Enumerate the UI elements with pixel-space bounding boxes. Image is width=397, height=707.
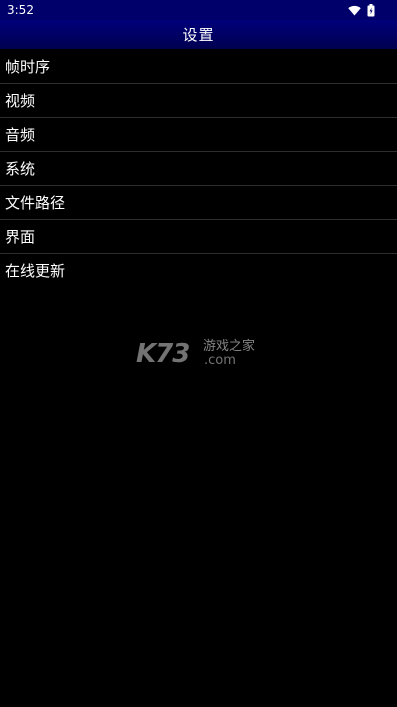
menu-item-online-update[interactable]: 在线更新 [0,253,397,287]
menu-item-label: 系统 [5,160,36,178]
menu-item-label: 在线更新 [5,262,66,280]
menu-item-frame-timing[interactable]: 帧时序 [0,49,397,83]
watermark-brand: K73 [136,339,190,369]
watermark-domain: .com [204,353,236,368]
menu-item-video[interactable]: 视频 [0,83,397,117]
menu-item-interface[interactable]: 界面 [0,219,397,253]
menu-item-label: 帧时序 [5,57,51,76]
status-bar: 3:52 [0,0,397,20]
status-icons [348,3,375,17]
status-time: 3:52 [7,3,34,17]
menu-item-system[interactable]: 系统 [0,151,397,185]
menu-item-label: 视频 [5,92,36,110]
menu-item-label: 界面 [5,228,36,246]
settings-menu-list: 帧时序 视频 音频 系统 文件路径 界面 在线更新 [0,49,397,287]
menu-item-file-paths[interactable]: 文件路径 [0,185,397,219]
menu-item-label: 文件路径 [5,194,66,212]
watermark-tagline: 游戏之家 [203,339,256,354]
menu-item-audio[interactable]: 音频 [0,117,397,151]
app-bar: 设置 [0,20,397,49]
page-title: 设置 [182,26,215,44]
menu-item-label: 音频 [5,126,36,144]
watermark-logo: K73 游戏之家 .com [136,338,266,372]
wifi-icon [348,5,361,16]
battery-icon [367,3,375,17]
